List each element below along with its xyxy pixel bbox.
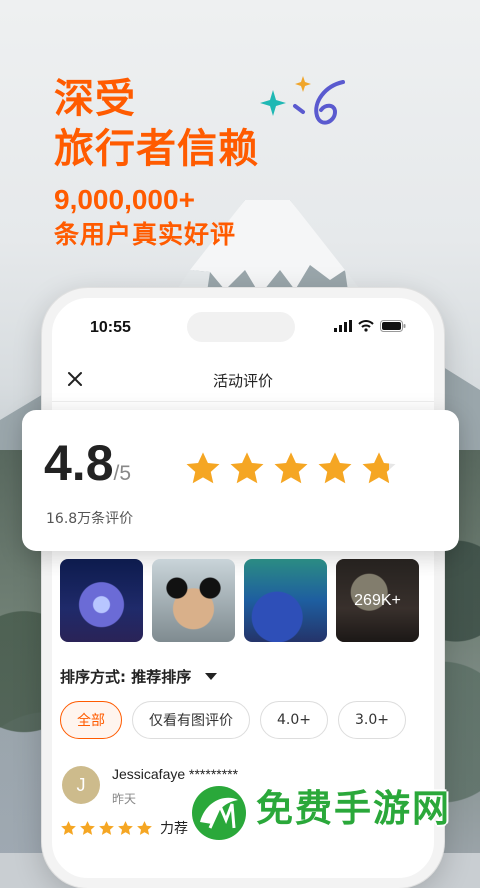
photo-strip: 269K+ (60, 559, 419, 642)
star-icon (318, 452, 352, 484)
filter-chip-with-photos[interactable]: 仅看有图评价 (132, 701, 250, 739)
rating-card: 4.8/5 16.8万条评价 (22, 410, 459, 551)
review-photo[interactable] (60, 559, 143, 642)
filter-chip-all[interactable]: 全部 (60, 701, 122, 739)
review-photo[interactable] (244, 559, 327, 642)
watermark-logo-icon (188, 782, 250, 844)
signal-icon (334, 320, 352, 332)
more-photos-button[interactable]: 269K+ (336, 559, 419, 642)
headline-count: 9,000,000+ (54, 184, 195, 215)
review-count: 16.8万条评价 (46, 511, 134, 527)
caret-down-icon (205, 673, 218, 680)
more-photos-label: 269K+ (336, 559, 419, 642)
filter-chip-4plus[interactable]: 4.0+ (260, 701, 328, 739)
star-icon (186, 452, 220, 484)
headline-line2: 旅行者信赖 (54, 126, 259, 172)
star-icon (230, 452, 264, 484)
review-date: 昨天 (112, 792, 137, 806)
rating-score-max: /5 (113, 462, 132, 485)
dynamic-island (187, 312, 295, 342)
battery-icon (380, 320, 406, 332)
sort-dropdown[interactable]: 排序方式: 推荐排序 (60, 666, 218, 687)
filter-chips: 全部 仅看有图评价 4.0+ 3.0+ (60, 701, 406, 739)
watermark: 免费手游网 MIANFEISHOUYOUWANG (186, 778, 476, 850)
star-icon (362, 452, 396, 484)
avatar: J (62, 766, 100, 804)
status-time: 10:55 (90, 319, 131, 336)
watermark-text-en: MIANFEISHOUYOUWANG (262, 828, 428, 842)
review-text: 力荐 (160, 821, 188, 837)
nav-title: 活动评价 (212, 372, 273, 390)
sparkle-decoration-icon (260, 76, 345, 125)
review-photo[interactable] (152, 559, 235, 642)
rating-score-value: 4.8 (44, 435, 114, 491)
star-icon (80, 821, 95, 835)
status-bar: 10:55 (52, 298, 434, 358)
filter-chip-3plus[interactable]: 3.0+ (338, 701, 406, 739)
rating-score: 4.8/5 (44, 434, 131, 492)
star-icon (118, 821, 133, 835)
rating-stars (184, 450, 398, 488)
sort-label: 排序方式: 推荐排序 (60, 668, 192, 686)
nav-bar: 活动评价 (52, 358, 434, 402)
headline-line1: 深受 (54, 76, 136, 122)
wifi-icon (358, 320, 374, 332)
headline: 深受 旅行者信赖 9,000,000+ 条用户真实好评 (54, 74, 259, 252)
review-stars (60, 820, 153, 837)
star-icon (274, 452, 308, 484)
star-icon (137, 821, 152, 835)
star-icon (61, 821, 76, 835)
headline-subline: 条用户真实好评 (54, 220, 237, 249)
star-icon (99, 821, 114, 835)
status-icons (334, 320, 406, 332)
watermark-text-cn: 免费手游网 (256, 787, 451, 830)
